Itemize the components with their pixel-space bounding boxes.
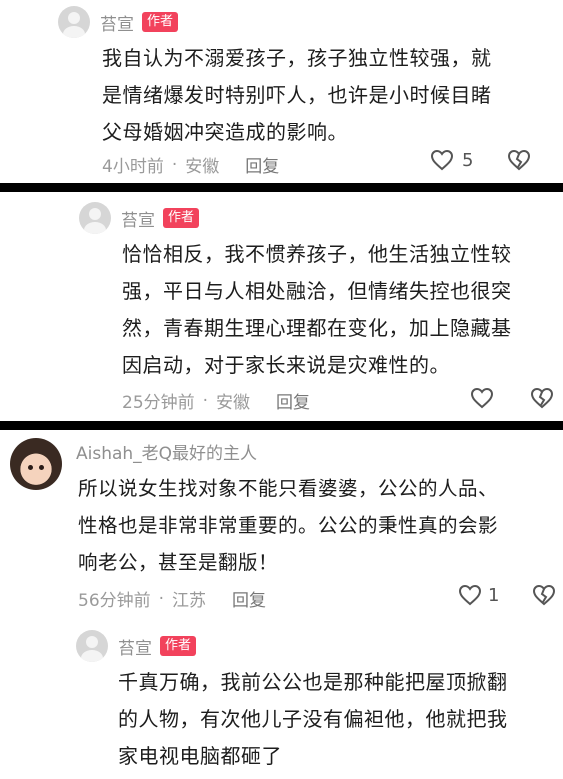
- comment-meta: 4小时前 · 安徽 回复: [102, 152, 279, 178]
- like-button[interactable]: 1: [458, 584, 499, 606]
- comment-card-2: 苔宣 作者 恰恰相反，我不惯养孩子，他生活独立性较 强，平日与人相处融洽，但情绪…: [0, 192, 563, 421]
- comment-text: 所以说女生找对象不能只看婆婆，公公的人品、 性格也是非常非常重要的。公公的秉性真…: [78, 477, 499, 574]
- separator: [0, 183, 563, 192]
- broken-heart-icon: [507, 149, 531, 171]
- author-name[interactable]: Aishah_老Q最好的主人: [76, 439, 257, 464]
- separator: [0, 421, 563, 430]
- heart-icon: [458, 584, 482, 606]
- reply-button[interactable]: 回复: [276, 388, 310, 413]
- comment-card-1: 苔宣 作者 我自认为不溺爱孩子，孩子独立性较强，就 是情绪爆发时特别吓人，也许是…: [0, 0, 563, 183]
- like-count: 1: [488, 584, 500, 606]
- location: 安徽: [185, 157, 220, 177]
- comment-header: 苔宣 作者: [58, 6, 179, 38]
- like-button[interactable]: 5: [430, 149, 473, 171]
- timestamp: 4小时前: [102, 157, 164, 177]
- comment-card-3: Aishah_老Q最好的主人 所以说女生找对象不能只看婆婆，公公的人品、 性格也…: [0, 430, 563, 779]
- author-badge: 作者: [163, 208, 200, 228]
- comment-text: 我自认为不溺爱孩子，孩子独立性较强，就 是情绪爆发时特别吓人，也许是小时候目睹 …: [102, 46, 492, 144]
- comment-header: 苔宣 作者: [79, 202, 200, 234]
- timestamp: 25分钟前: [122, 393, 195, 413]
- comment-text: 恰恰相反，我不惯养孩子，他生活独立性较 强，平日与人相处融洽，但情绪失控也很突 …: [122, 242, 512, 377]
- reply-button[interactable]: 回复: [245, 152, 279, 177]
- like-button[interactable]: [470, 387, 494, 409]
- comment-meta: 56分钟前 · 江苏 回复: [78, 586, 266, 612]
- timestamp: 56分钟前: [78, 591, 151, 611]
- reply-button[interactable]: 回复: [232, 586, 266, 611]
- reply-text: 千真万确，我前公公也是那种能把屋顶掀翻 的人物，有次他儿子没有偏袒他，他就把我 …: [118, 670, 508, 768]
- heart-icon: [430, 149, 454, 171]
- dislike-button[interactable]: [507, 149, 531, 171]
- user-avatar[interactable]: [10, 438, 62, 490]
- reply-header: 苔宣 作者: [76, 630, 197, 662]
- broken-heart-icon: [532, 584, 556, 606]
- location: 安徽: [216, 393, 251, 413]
- author-badge: 作者: [142, 12, 179, 32]
- like-count: 5: [462, 149, 474, 171]
- author-name[interactable]: 苔宣: [100, 10, 134, 35]
- author-badge: 作者: [160, 636, 197, 656]
- author-name[interactable]: 苔宣: [118, 634, 152, 659]
- dislike-button[interactable]: [530, 387, 554, 409]
- author-name[interactable]: 苔宣: [121, 206, 155, 231]
- user-avatar-icon[interactable]: [79, 202, 111, 234]
- location: 江苏: [172, 591, 207, 611]
- broken-heart-icon: [530, 387, 554, 409]
- comment-meta: 25分钟前 · 安徽 回复: [122, 388, 310, 414]
- dislike-button[interactable]: [532, 584, 556, 606]
- user-avatar-icon[interactable]: [58, 6, 90, 38]
- heart-icon: [470, 387, 494, 409]
- user-avatar-icon[interactable]: [76, 630, 108, 662]
